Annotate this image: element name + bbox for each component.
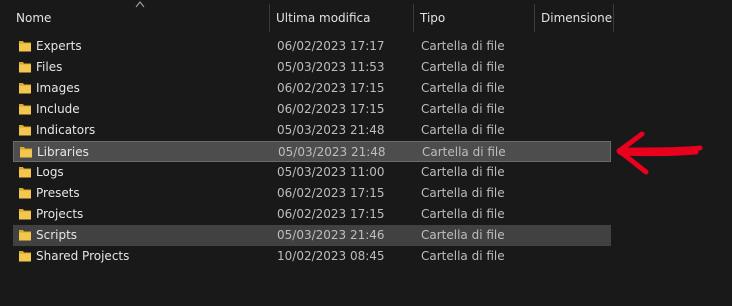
- file-type: Cartella di file: [421, 186, 505, 200]
- file-row[interactable]: Experts 06/02/2023 17:17 Cartella di file: [13, 36, 611, 57]
- file-type: Cartella di file: [421, 228, 505, 242]
- file-row[interactable]: Shared Projects 10/02/2023 08:45 Cartella …: [13, 246, 611, 267]
- folder-icon: [19, 125, 31, 136]
- column-header-name[interactable]: Nome: [11, 4, 270, 32]
- file-row[interactable]: Scripts 05/03/2023 21:46 Cartella di file: [13, 225, 611, 246]
- file-name: Include: [36, 102, 80, 116]
- file-type: Cartella di file: [421, 123, 505, 137]
- folder-icon: [19, 83, 31, 94]
- folder-icon: [20, 147, 32, 158]
- column-header-bar: Nome Ultima modifica Tipo Dimensione: [0, 0, 732, 33]
- file-row[interactable]: Include 06/02/2023 17:15 Cartella di file: [13, 99, 611, 120]
- file-row[interactable]: Libraries 05/03/2023 21:48 Cartella di fil…: [13, 141, 611, 162]
- file-type: Cartella di file: [422, 145, 506, 159]
- file-date-modified: 06/02/2023 17:15: [277, 207, 385, 221]
- file-row[interactable]: Presets 06/02/2023 17:15 Cartella di file: [13, 183, 611, 204]
- file-name: Experts: [36, 39, 82, 53]
- file-type: Cartella di file: [421, 207, 505, 221]
- file-date-modified: 05/03/2023 21:48: [277, 123, 385, 137]
- file-date-modified: 06/02/2023 17:15: [277, 186, 385, 200]
- file-date-modified: 05/03/2023 11:00: [277, 165, 385, 179]
- folder-icon: [19, 230, 31, 241]
- file-name: Shared Projects: [36, 249, 130, 263]
- folder-icon: [19, 62, 31, 73]
- folder-icon: [19, 41, 31, 52]
- file-name: Scripts: [36, 228, 78, 242]
- file-type: Cartella di file: [421, 60, 505, 74]
- file-type: Cartella di file: [421, 165, 505, 179]
- column-header-date-modified[interactable]: Ultima modifica: [271, 4, 414, 32]
- file-explorer: Nome Ultima modifica Tipo Dimensione Exp…: [0, 0, 732, 306]
- file-name: Libraries: [37, 145, 89, 159]
- file-type: Cartella di file: [421, 102, 505, 116]
- folder-icon: [19, 209, 31, 220]
- file-name: Indicators: [36, 123, 96, 137]
- file-date-modified: 05/03/2023 11:53: [277, 60, 385, 74]
- file-row[interactable]: Projects 06/02/2023 17:15 Cartella di file: [13, 204, 611, 225]
- folder-icon: [19, 251, 31, 262]
- file-row[interactable]: Files 05/03/2023 11:53 Cartella di file: [13, 57, 611, 78]
- file-date-modified: 05/03/2023 21:48: [278, 145, 386, 159]
- file-row[interactable]: Indicators 05/03/2023 21:48 Cartella di fi…: [13, 120, 611, 141]
- file-date-modified: 06/02/2023 17:17: [277, 39, 385, 53]
- file-row[interactable]: Logs 05/03/2023 11:00 Cartella di file: [13, 162, 611, 183]
- file-name: Images: [36, 81, 80, 95]
- file-name: Files: [36, 60, 63, 74]
- file-type: Cartella di file: [421, 81, 505, 95]
- file-row[interactable]: Images 06/02/2023 17:15 Cartella di file: [13, 78, 611, 99]
- folder-icon: [19, 188, 31, 199]
- column-header-type[interactable]: Tipo: [415, 4, 535, 32]
- file-type: Cartella di file: [421, 39, 505, 53]
- red-arrow-annotation: [616, 131, 703, 175]
- folder-icon: [19, 104, 31, 115]
- column-header-size[interactable]: Dimensione: [536, 4, 614, 32]
- file-date-modified: 06/02/2023 17:15: [277, 81, 385, 95]
- file-name: Presets: [36, 186, 80, 200]
- folder-icon: [19, 167, 31, 178]
- file-name: Logs: [36, 165, 64, 179]
- file-date-modified: 06/02/2023 17:15: [277, 102, 385, 116]
- file-date-modified: 10/02/2023 08:45: [277, 249, 385, 263]
- file-type: Cartella di file: [421, 249, 505, 263]
- file-name: Projects: [36, 207, 84, 221]
- file-date-modified: 05/03/2023 21:46: [277, 228, 385, 242]
